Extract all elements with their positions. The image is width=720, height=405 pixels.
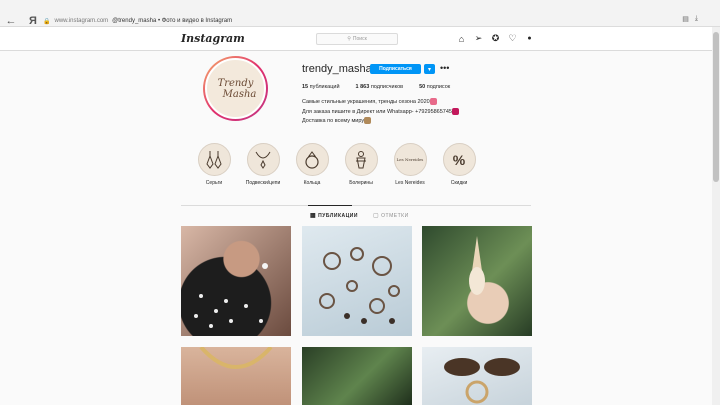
posts-count: 15 [302,84,309,90]
followers-stat[interactable]: 1 863 подписчиков [356,84,404,90]
highlight-earrings[interactable]: Серьги [196,143,232,186]
highlight-necklaces[interactable]: Подвески/цепи [245,143,281,186]
profile-username: trendy_masha [302,63,372,75]
profile-stats: 15 публикаций 1 863 подписчиков 50 подпи… [302,84,450,90]
post-thumbnail[interactable] [302,226,412,336]
posts-label: публикаций [309,84,340,90]
download-icon[interactable]: ⤓ [695,15,698,23]
search-icon: ⚲ [347,36,351,42]
explore-icon[interactable]: ✪ [490,33,501,44]
more-options-button[interactable]: ••• [440,63,449,73]
followers-label: подписчиков [370,84,404,90]
activity-heart-icon[interactable]: ♡ [507,33,518,44]
scrollbar-thumb[interactable] [713,32,719,182]
post-thumbnail[interactable] [302,347,412,405]
following-stat[interactable]: 50 подписок [419,84,450,90]
page-title: @trendy_masha • Фото и видео в Instagram [112,18,233,24]
url-host: www.instagram.com [54,18,109,24]
earrings-icon [197,143,231,176]
suggestions-dropdown-button[interactable]: ▾ [424,64,435,74]
tab-tagged-label: ОТМЕТКИ [381,212,409,219]
address-bar[interactable]: 🔒 www.instagram.com @trendy_masha • Фото… [43,14,693,28]
bio-line1: Самые стильные украшения, тренды сезона … [302,99,430,105]
highlight-label: Les Nereides [395,180,425,186]
highlight-sale[interactable]: % Скидки [441,143,477,186]
following-label: подписок [426,84,451,90]
tabs-divider [181,205,531,206]
percent-icon: % [442,143,476,176]
grid-icon: ▦ [310,213,317,219]
following-count: 50 [419,84,426,90]
necklace-icon [246,143,280,176]
followers-count: 1 863 [355,84,370,90]
follow-button[interactable]: Подписаться [370,64,421,74]
highlight-les-nereides[interactable]: Les Nereides Les Nereides [392,143,428,186]
highlight-label: Кольца [303,180,321,186]
highlight-label: Серьги [205,180,223,186]
browser-toolbar: ← Я 🔒 www.instagram.com @trendy_masha • … [0,0,720,27]
tab-publications-label: ПУБЛИКАЦИИ [318,212,358,219]
bolero-icon [344,143,378,176]
avatar-text-line2: Masha [222,88,257,100]
highlight-bolero[interactable]: Болерины [343,143,379,186]
post-thumbnail[interactable] [422,226,532,336]
post-thumbnail[interactable] [181,226,291,336]
highlight-label: Подвески/цепи [245,180,281,186]
bookmark-icon[interactable]: ▤ [682,15,689,23]
posts-stat: 15 публикаций [302,84,340,90]
highlight-label: Скидки [450,180,468,186]
instagram-logo[interactable]: Instagram [181,32,245,45]
direct-icon[interactable]: ➢ [473,33,484,44]
instagram-header: Instagram ⚲ Поиск ⌂ ➢ ✪ ♡ ● [0,27,712,51]
polka-dot-pattern [194,263,268,328]
ring-icon [295,143,329,176]
gift-emoji-icon [429,98,437,106]
les-nereides-logo-text: Les Nereides [396,157,424,162]
profile-avatar[interactable]: Trendy Masha [203,56,268,121]
search-input[interactable]: ⚲ Поиск [316,33,398,45]
tab-publications[interactable]: ▦ ПУБЛИКАЦИИ [310,212,358,220]
story-highlights: Серьги Подвески/цепи Кольца Болерины Les… [196,143,477,186]
post-thumbnail[interactable] [422,347,532,405]
les-nereides-logo: Les Nereides [393,143,427,176]
envelope-emoji-icon [451,107,459,115]
highlight-rings[interactable]: Кольца [294,143,330,186]
highlight-label: Болерины [349,180,373,186]
jewelry-flatlay-pattern [319,247,400,324]
home-icon[interactable]: ⌂ [456,33,467,44]
profile-avatar-icon[interactable]: ● [524,33,535,44]
tag-icon: ▢ [373,213,380,219]
active-tab-indicator [308,205,352,206]
avatar-text-line1: Trendy [217,77,254,89]
chain-necklace-pattern [199,347,273,369]
earrings-in-hand-pattern [469,236,485,295]
profile-bio: Самые стильные украшения, тренды сезона … [302,98,459,127]
bio-line3: Доставка по всему миру [302,118,365,124]
search-placeholder: Поиск [352,36,367,42]
sunglasses-pattern [444,358,520,404]
tab-tagged[interactable]: ▢ ОТМЕТКИ [373,212,409,220]
post-thumbnail[interactable] [181,347,291,405]
lock-icon: 🔒 [43,18,51,25]
package-emoji-icon [364,117,372,125]
bio-line2: Для заказа пишите в Директ или Whatsapp-… [302,108,452,115]
